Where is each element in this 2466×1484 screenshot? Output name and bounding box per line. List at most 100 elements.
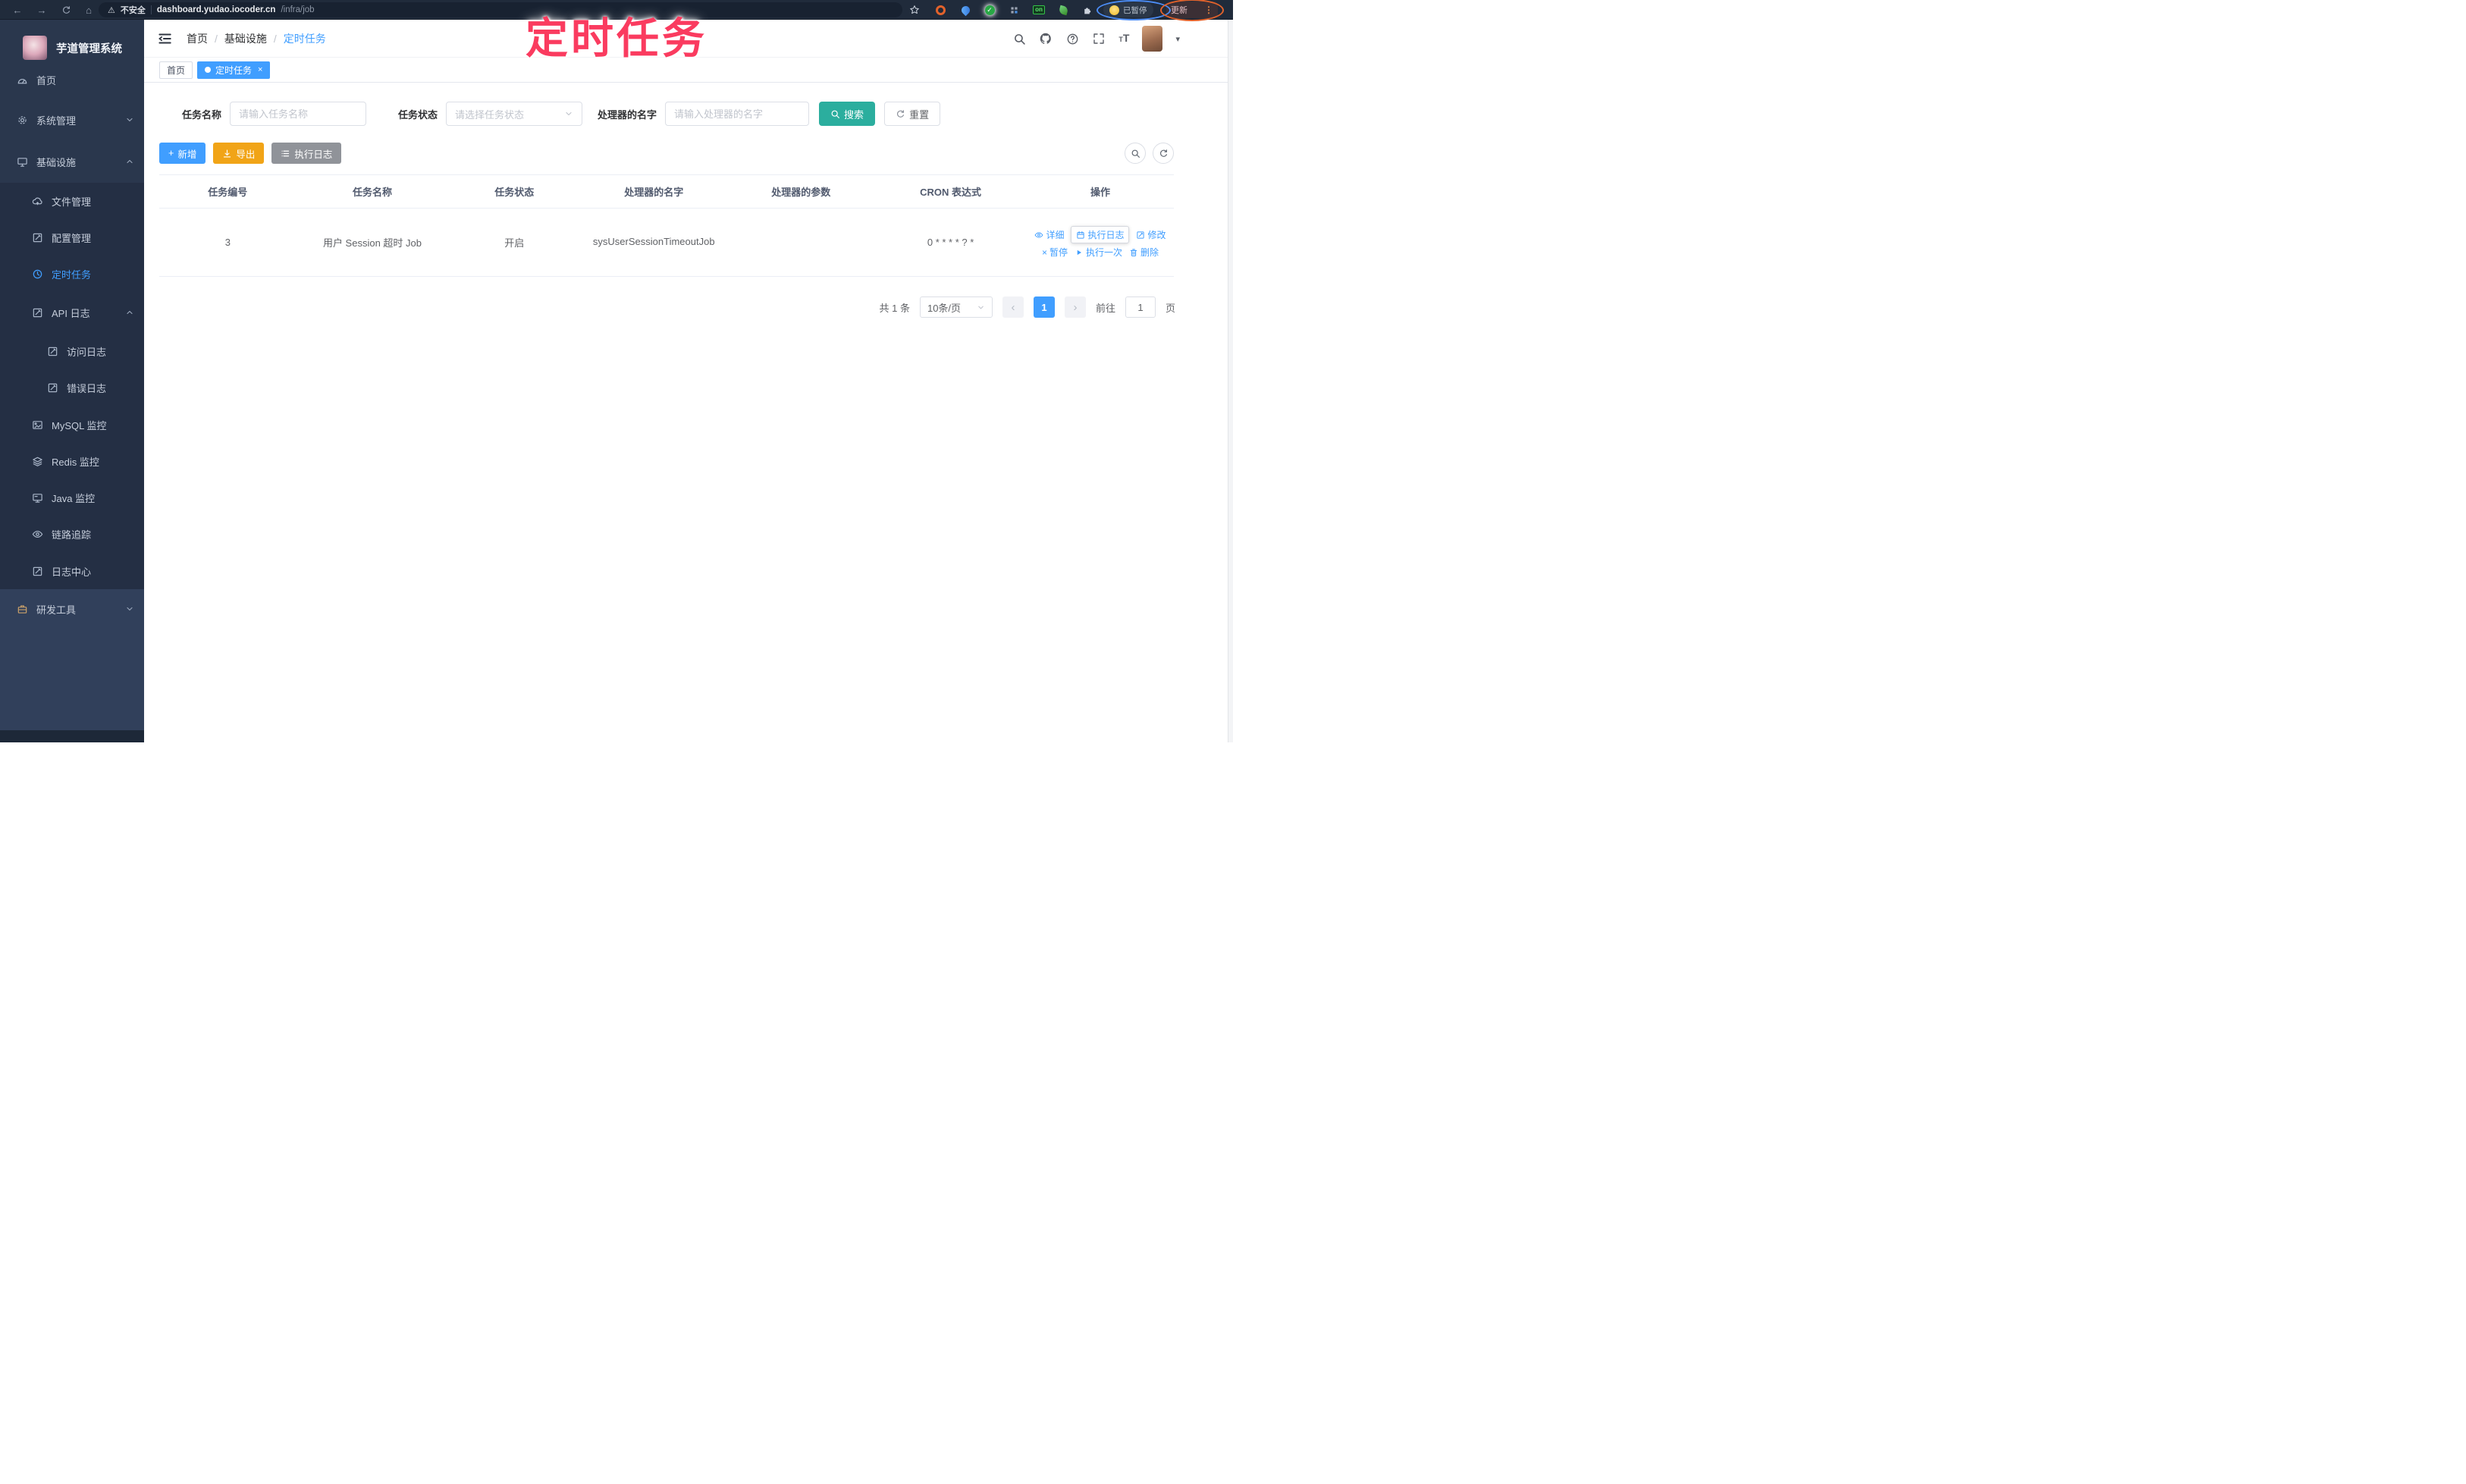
sidebar-item-scheduled-tasks[interactable]: 定时任务 [0,256,144,292]
search-icon[interactable] [1012,32,1026,45]
col-job-id: 任务编号 [159,174,296,209]
trash-icon [1129,248,1138,257]
list-icon [281,149,290,158]
job-status-label: 任务状态 [398,108,438,121]
grid-extension-icon[interactable] [1007,0,1021,20]
prev-page-button[interactable]: ‹ [1002,296,1024,318]
browser-back-icon[interactable]: ← [9,0,26,20]
close-icon[interactable]: × [258,65,262,74]
next-page-button[interactable]: › [1064,296,1086,318]
goto-page-input[interactable] [1125,296,1156,318]
browser-home-icon[interactable]: ⌂ [80,0,97,20]
bookmark-star-icon[interactable] [907,0,922,20]
cell-handler-param [727,208,875,277]
github-icon[interactable] [1039,32,1053,45]
breadcrumb-infrastructure[interactable]: 基础设施 [224,31,267,46]
sidebar: 芋道管理系统 首页 系统管理 基础设施 文件管理 配置管理 定时任务 API 日… [0,20,144,742]
chevron-down-icon [977,303,985,312]
chevron-down-icon [125,604,134,613]
sidebar-item-file-management[interactable]: 文件管理 [0,183,144,219]
toolbox-icon [17,604,28,615]
extensions-puzzle-icon[interactable] [1080,0,1093,20]
page-size-select[interactable]: 10条/页 [919,296,993,318]
table-toolbar: + 新增 导出 执行日志 [159,143,1174,164]
breadcrumb-separator: / [215,32,218,45]
leaf-extension-icon[interactable] [1057,0,1069,20]
cell-job-id: 3 [159,208,296,277]
green-check-extension-icon[interactable]: ✓ [983,0,996,20]
app-window: 芋道管理系统 首页 系统管理 基础设施 文件管理 配置管理 定时任务 API 日… [0,20,1233,742]
detail-link[interactable]: 详细 [1034,228,1064,241]
display-icon [32,492,43,504]
handler-name-input[interactable] [665,102,810,126]
run-once-link[interactable]: 执行一次 [1075,246,1122,259]
sidebar-item-infrastructure[interactable]: 基础设施 [0,143,144,180]
log-icon [32,566,43,577]
main-content: 首页 / 基础设施 / 定时任务 TT ▾ 首页 定时任务 × 任务名称 请输入… [144,20,1233,742]
user-menu-caret-icon[interactable]: ▾ [1175,34,1180,44]
sidebar-item-api-logs[interactable]: API 日志 [0,294,144,331]
jobs-table: 任务编号 任务名称 任务状态 处理器的名字 处理器的参数 CRON 表达式 操作… [159,174,1174,277]
logo-avatar [23,36,47,60]
col-cron: CRON 表达式 [874,174,1027,209]
paused-extension-pill[interactable]: 已暂停 [1103,2,1153,17]
show-search-button[interactable] [1125,143,1146,164]
security-label[interactable]: 不安全 [121,4,146,16]
address-bar[interactable]: ⚠ 不安全 dashboard.yudao.iocoder.cn/infra/j… [99,2,902,17]
sidebar-item-access-logs[interactable]: 访问日志 [0,333,144,369]
job-name-input[interactable] [230,102,367,126]
refresh-button[interactable] [1153,143,1174,164]
sidebar-item-redis-monitor[interactable]: Redis 监控 [0,443,144,479]
blue-extension-icon[interactable] [958,0,972,20]
app-title: 芋道管理系统 [56,42,122,55]
sidebar-item-error-logs[interactable]: 错误日志 [0,369,144,406]
fullscreen-icon[interactable] [1092,32,1106,45]
browser-reload-icon[interactable] [58,0,74,20]
pagination: 共 1 条 10条/页 ‹ 1 › 前往 页 [144,296,1175,318]
sidebar-item-config-management[interactable]: 配置管理 [0,219,144,256]
sidebar-item-system-management[interactable]: 系统管理 [0,102,144,138]
job-status-select[interactable]: 请选择任务状态 [446,102,583,126]
sidebar-item-mysql-monitor[interactable]: MySQL 监控 [0,406,144,443]
font-size-icon[interactable]: TT [1118,32,1129,45]
sidebar-collapse-icon[interactable] [156,30,173,47]
job-log-link[interactable]: 执行日志 [1071,226,1130,243]
sidebar-item-java-monitor[interactable]: Java 监控 [0,479,144,516]
breadcrumb-home[interactable]: 首页 [187,31,208,46]
sidebar-item-log-center[interactable]: 日志中心 [0,553,144,589]
orange-extension-icon[interactable] [933,0,947,20]
search-button[interactable]: 搜索 [819,102,876,126]
goto-label: 前往 [1095,302,1115,314]
page-1-button[interactable]: 1 [1033,296,1055,318]
sidebar-item-dev-tools[interactable]: 研发工具 [0,591,144,627]
tag-scheduled-tasks[interactable]: 定时任务 × [197,61,271,79]
breadcrumb: 首页 / 基础设施 / 定时任务 [187,31,326,46]
tag-home[interactable]: 首页 [159,61,193,79]
reset-button[interactable]: 重置 [884,102,941,126]
proxy-on-extension-icon[interactable]: on [1031,0,1046,20]
paused-label: 已暂停 [1123,5,1147,15]
delete-link[interactable]: 删除 [1129,246,1159,259]
execution-log-button[interactable]: 执行日志 [271,143,342,164]
add-button[interactable]: + 新增 [159,143,206,164]
sidebar-item-home[interactable]: 首页 [0,61,144,98]
pause-link[interactable]: × 暂停 [1042,246,1068,259]
browser-menu-icon[interactable]: ⋮ [1204,5,1213,15]
help-icon[interactable] [1065,32,1079,45]
url-domain[interactable]: dashboard.yudao.iocoder.cn [157,5,276,14]
sidebar-item-trace[interactable]: 链路追踪 [0,516,144,552]
browser-scrollbar[interactable] [1228,20,1233,742]
infra-monitor-icon [17,156,28,168]
cell-job-name: 用户 Session 超时 Job [296,208,449,277]
user-avatar[interactable] [1142,26,1163,52]
sidebar-bottom-strip [0,730,144,742]
edit-link[interactable]: 修改 [1136,228,1166,241]
table-row: 3 用户 Session 超时 Job 开启 sysUserSessionTim… [159,208,1174,277]
browser-forward-icon[interactable]: → [33,0,50,20]
job-name-label: 任务名称 [182,108,222,121]
update-button[interactable]: 更新 [1171,4,1188,16]
export-button[interactable]: 导出 [213,143,265,164]
cell-actions: 详细 执行日志 修改 × 暂停 执行一次 删除 [1026,208,1174,277]
plus-icon: + [168,148,174,158]
cloud-upload-icon [32,196,43,207]
